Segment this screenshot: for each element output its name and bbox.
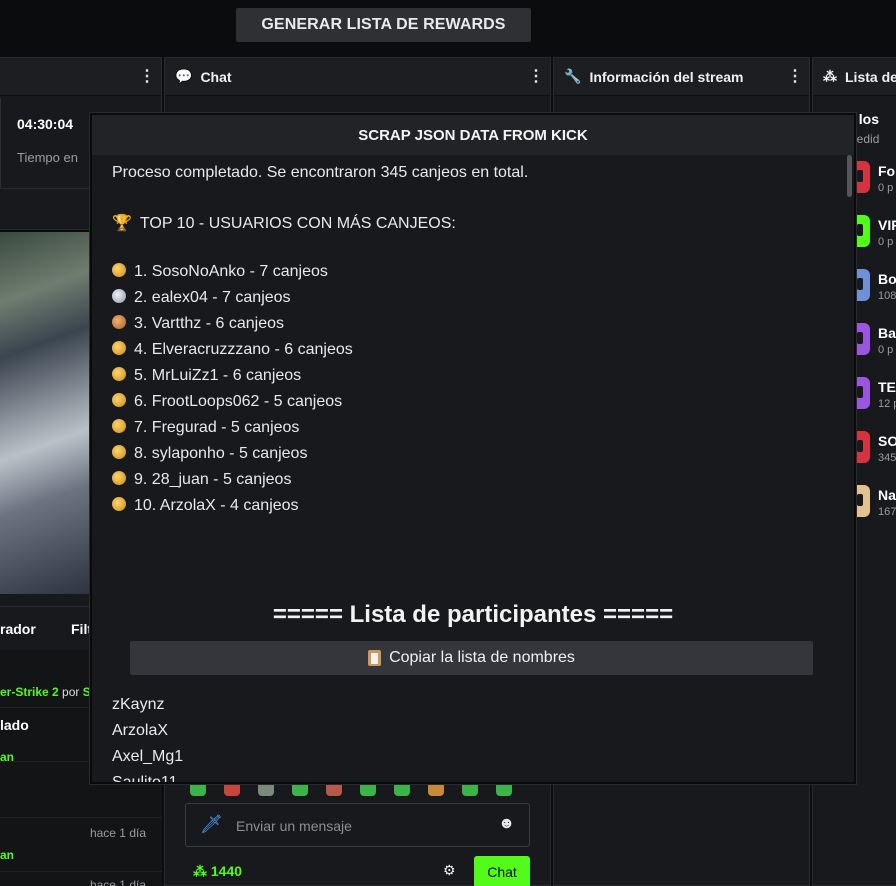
reward-name: SO bbox=[878, 433, 896, 449]
medal-icon bbox=[112, 471, 126, 485]
sword-icon[interactable]: 🗡 bbox=[200, 814, 223, 835]
top-user-item: 5. MrLuiZz1 - 6 canjeos bbox=[112, 367, 301, 385]
clipboard-icon bbox=[368, 650, 382, 666]
top-user-item: 1. SosoNoAnko - 7 canjeos bbox=[112, 263, 328, 281]
reward-cost: 167 bbox=[878, 506, 896, 518]
left-panel-header: ⋮ bbox=[0, 58, 161, 96]
generate-rewards-list-button[interactable]: GENERAR LISTA DE REWARDS bbox=[236, 8, 531, 42]
reward-name: Bo bbox=[878, 271, 896, 287]
chat-input-placeholder: Enviar un mensaje bbox=[236, 818, 352, 834]
top-user-text: 1. SosoNoAnko - 7 canjeos bbox=[134, 263, 328, 280]
stream-video-preview[interactable] bbox=[0, 232, 92, 594]
list-item[interactable]: hace 1 día an bbox=[0, 818, 162, 872]
timestamp: hace 1 día bbox=[89, 826, 146, 840]
medal-icon bbox=[112, 419, 126, 433]
chat-panel-header: 💬 Chat ⋮ bbox=[165, 58, 550, 96]
chat-bubble-icon: 💬 bbox=[175, 68, 193, 84]
top-user-item: 10. ArzolaX - 4 canjeos bbox=[112, 497, 299, 515]
chat-panel-title: Chat bbox=[200, 68, 232, 85]
top-heading-text: TOP 10 - USUARIOS CON MÁS CANJEOS: bbox=[139, 215, 456, 232]
top-heading: 🏆 TOP 10 - USUARIOS CON MÁS CANJEOS: bbox=[112, 213, 456, 233]
category-name: er-Strike 2 bbox=[0, 685, 59, 699]
top-user-text: 3. Vartthz - 6 canjeos bbox=[134, 315, 284, 332]
rewards-panel-header: ⁂ Lista de bbox=[813, 58, 896, 96]
rewards-panel-title: Lista de bbox=[845, 68, 896, 85]
by-label: por bbox=[62, 685, 80, 699]
reward-cost: 12 p bbox=[878, 398, 896, 410]
tab-filter[interactable]: Filt bbox=[71, 621, 92, 637]
top-user-text: 9. 28_juan - 5 canjeos bbox=[134, 471, 292, 488]
stream-timer: 04:30:04 bbox=[17, 116, 74, 132]
summary-text: Proceso completado. Se encontraron 345 c… bbox=[112, 164, 529, 181]
top-user-item: 2. ealex04 - 7 canjeos bbox=[112, 289, 291, 307]
top-user-text: 7. Fregurad - 5 canjeos bbox=[134, 419, 300, 436]
top-user-text: 4. Elveracruzzzano - 6 canjeos bbox=[134, 341, 353, 358]
reward-cost: 345 bbox=[878, 452, 896, 464]
top-user-item: 3. Vartthz - 6 canjeos bbox=[112, 315, 284, 333]
reward-cost: 0 p bbox=[878, 344, 894, 356]
divider bbox=[0, 98, 1, 188]
medal-icon bbox=[112, 263, 126, 277]
stream-info-header: 🔧 Información del stream ⋮ bbox=[554, 58, 809, 96]
copy-names-button[interactable]: Copiar la lista de nombres bbox=[130, 641, 813, 675]
divider bbox=[0, 594, 92, 606]
participant-name: Saulito11 bbox=[112, 774, 178, 784]
reward-name: Ba bbox=[878, 325, 896, 341]
medal-icon bbox=[112, 289, 126, 303]
top-user-item: 7. Fregurad - 5 canjeos bbox=[112, 419, 299, 437]
points-value: 1440 bbox=[210, 863, 243, 879]
top-user-text: 10. ArzolaX - 4 canjeos bbox=[134, 497, 299, 514]
medal-icon bbox=[112, 341, 126, 355]
medal-icon bbox=[112, 393, 126, 407]
kebab-menu-icon[interactable]: ⋮ bbox=[139, 68, 155, 85]
trophy-icon: 🏆 bbox=[112, 215, 132, 232]
points-icon: ⁂ bbox=[823, 68, 837, 84]
chat-message-input[interactable]: 🗡 Enviar un mensaje ☻ bbox=[185, 803, 530, 847]
top-user-item: 4. Elveracruzzzano - 6 canjeos bbox=[112, 341, 353, 359]
tab-moderator[interactable]: rador bbox=[0, 621, 36, 637]
reward-name: Na bbox=[878, 487, 896, 503]
participant-name: zKaynz bbox=[112, 696, 165, 713]
medal-icon bbox=[112, 497, 126, 511]
gear-icon[interactable]: ⚙ bbox=[443, 862, 456, 879]
stream-info-title: Información del stream bbox=[589, 68, 744, 85]
medal-icon bbox=[112, 445, 126, 459]
top-user-text: 6. FrootLoops062 - 5 canjeos bbox=[134, 393, 343, 410]
top-bar: GENERAR LISTA DE REWARDS bbox=[0, 0, 896, 56]
participants-title: ===== Lista de participantes ===== bbox=[272, 601, 674, 628]
points-icon: ⁂ bbox=[193, 863, 207, 879]
send-chat-button[interactable]: Chat bbox=[474, 856, 530, 886]
reward-name: VIP bbox=[878, 217, 896, 233]
top-user-item: 9. 28_juan - 5 canjeos bbox=[112, 471, 291, 489]
top-user-text: 2. ealex04 - 7 canjeos bbox=[134, 289, 291, 306]
reward-name: TE bbox=[878, 379, 896, 395]
scrap-json-modal: SCRAP JSON DATA FROM KICK Proceso comple… bbox=[90, 113, 856, 784]
modal-body: Proceso completado. Se encontraron 345 c… bbox=[92, 155, 854, 784]
kebab-menu-icon[interactable]: ⋮ bbox=[787, 68, 803, 85]
kebab-menu-icon[interactable]: ⋮ bbox=[528, 68, 544, 85]
stream-timer-label: Tiempo en bbox=[17, 150, 78, 165]
list-item-text: er-Strike 2 por S bbox=[0, 685, 91, 699]
list-item[interactable]: hace 1 día bbox=[0, 872, 162, 886]
top-user-text: 8. sylaponho - 5 canjeos bbox=[134, 445, 308, 462]
username: an bbox=[0, 848, 15, 862]
reward-cost: 108 bbox=[878, 290, 896, 302]
top-user-text: 5. MrLuiZz1 - 6 canjeos bbox=[134, 367, 302, 384]
reward-cost: 0 p bbox=[878, 236, 894, 248]
modal-title: SCRAP JSON DATA FROM KICK bbox=[92, 115, 854, 155]
copy-names-label: Copiar la lista de nombres bbox=[389, 649, 575, 666]
list-item-title: lado bbox=[0, 717, 29, 733]
medal-icon bbox=[112, 315, 126, 329]
top-user-item: 6. FrootLoops062 - 5 canjeos bbox=[112, 393, 342, 411]
medal-icon bbox=[112, 367, 126, 381]
emoji-icon[interactable]: ☻ bbox=[498, 815, 515, 833]
reward-cost: 0 p bbox=[878, 182, 894, 194]
participant-name: Axel_Mg1 bbox=[112, 748, 184, 765]
reward-name: Fol bbox=[878, 163, 896, 179]
participant-name: ArzolaX bbox=[112, 722, 169, 739]
timestamp: hace 1 día bbox=[89, 878, 146, 886]
top-user-item: 8. sylaponho - 5 canjeos bbox=[112, 445, 307, 463]
wrench-icon: 🔧 bbox=[564, 68, 582, 84]
channel-points[interactable]: ⁂ 1440 bbox=[193, 863, 242, 880]
